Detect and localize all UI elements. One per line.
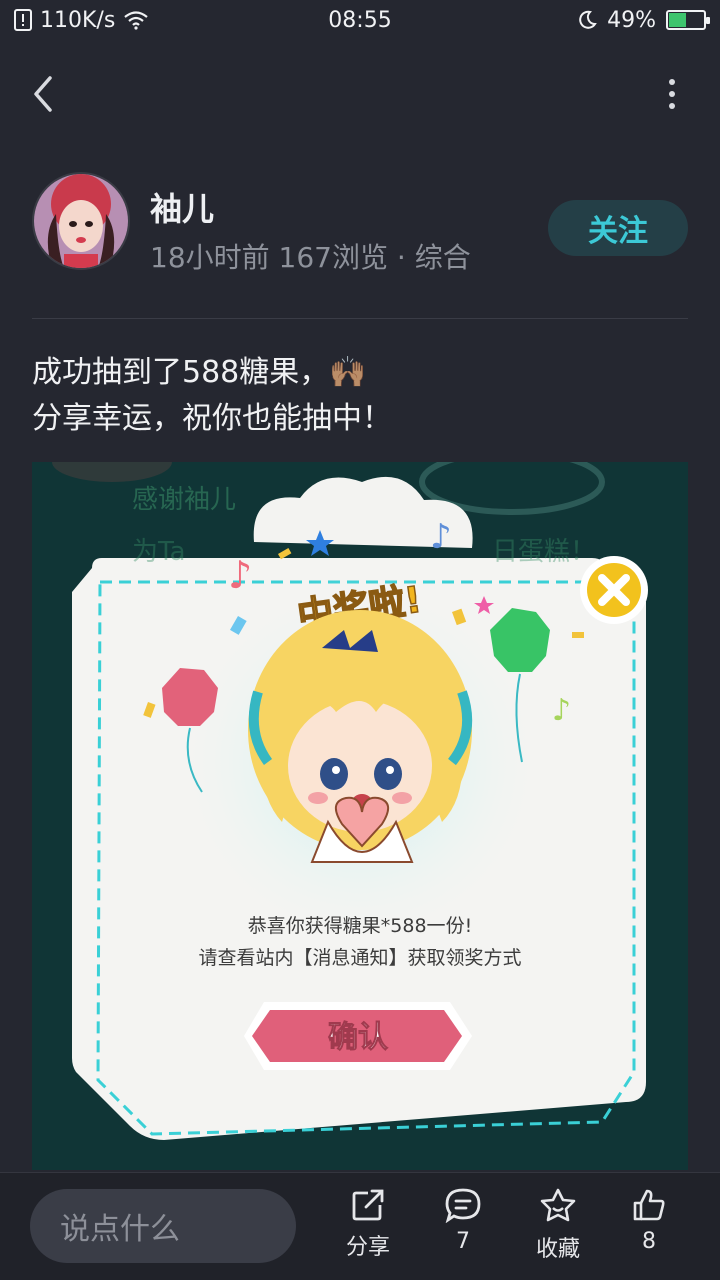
thumbs-up-icon [633, 1189, 665, 1221]
post-time: 18小时前 [150, 241, 270, 274]
top-nav [0, 60, 720, 130]
author-name[interactable]: 袖儿 [150, 184, 214, 230]
post-line-1: 成功抽到了588糖果，🙌🏽 [32, 355, 367, 390]
status-bar: 110K/s 08:55 49% [0, 0, 720, 40]
avatar[interactable] [32, 172, 130, 270]
share-icon [352, 1189, 384, 1221]
wifi-icon [124, 11, 148, 30]
svg-text:日蛋糕！: 日蛋糕！ [492, 537, 596, 567]
post-image[interactable]: ♪ ♪ ♪ 中奖啦! 恭喜你获得糖果*588一份! 请查看站内【消息通知】获取领… [32, 462, 688, 1170]
more-options-icon[interactable] [664, 74, 680, 114]
like-button[interactable]: 8 [604, 1187, 694, 1254]
svg-text:感谢袖儿: 感谢袖儿 [132, 485, 236, 515]
prize-message-2: 请查看站内【消息通知】获取领奖方式 [198, 947, 521, 969]
battery-icon [666, 10, 710, 30]
back-arrow-icon[interactable] [24, 72, 64, 116]
post-meta: 18小时前 167浏览 · 综合 [150, 236, 471, 276]
share-button[interactable]: 分享 [323, 1187, 413, 1261]
svg-text:为Ta: 为Ta [132, 537, 186, 567]
svg-text:♪: ♪ [228, 553, 252, 597]
like-count: 8 [642, 1229, 656, 1254]
sim-alert-icon [14, 9, 32, 31]
battery-percent: 49% [607, 7, 656, 33]
comment-count: 7 [456, 1229, 470, 1254]
author-row: 袖儿 18小时前 167浏览 · 综合 关注 [32, 172, 688, 274]
bottom-action-bar: 说点什么 分享 7 收藏 8 [0, 1172, 720, 1280]
star-icon [540, 1188, 576, 1222]
confirm-button: 确认 [328, 1020, 388, 1055]
svg-text:♪: ♪ [552, 693, 571, 728]
post-line-2: 分享幸运，祝你也能抽中！ [32, 401, 392, 436]
network-speed: 110K/s [40, 7, 116, 33]
comment-button[interactable]: 7 [418, 1187, 508, 1254]
moon-icon [579, 10, 597, 29]
divider [32, 318, 688, 319]
favorite-button[interactable]: 收藏 [513, 1187, 603, 1263]
meta-separator: · [396, 241, 406, 274]
share-label: 分享 [345, 1235, 390, 1260]
view-count: 167浏览 [278, 241, 388, 274]
comment-icon [445, 1188, 481, 1223]
category-label[interactable]: 综合 [415, 241, 471, 274]
favorite-label: 收藏 [535, 1237, 580, 1262]
follow-button[interactable]: 关注 [548, 200, 688, 256]
post-body: 成功抽到了588糖果，🙌🏽 分享幸运，祝你也能抽中！ [32, 350, 688, 442]
svg-text:♪: ♪ [430, 517, 452, 557]
comment-input[interactable]: 说点什么 [30, 1189, 296, 1263]
prize-message-1: 恭喜你获得糖果*588一份! [248, 915, 472, 937]
